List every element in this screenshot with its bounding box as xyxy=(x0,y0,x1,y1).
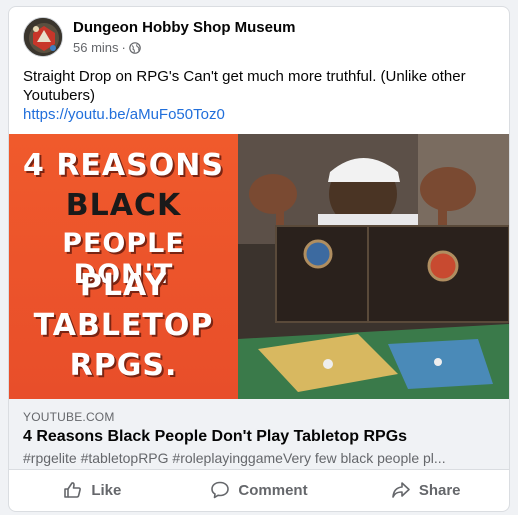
like-button[interactable]: Like xyxy=(9,472,176,508)
dice-logo-icon xyxy=(24,18,62,56)
page-avatar[interactable] xyxy=(23,17,63,57)
post-header: Dungeon Hobby Shop Museum 56 mins · xyxy=(23,17,493,61)
post-timestamp[interactable]: 56 mins xyxy=(73,40,119,55)
share-label: Share xyxy=(418,481,461,499)
link-domain: YOUTUBE.COM xyxy=(23,410,115,424)
thumbnail-photo xyxy=(238,134,509,399)
comment-button[interactable]: Comment xyxy=(176,472,343,508)
post-meta: 56 mins · xyxy=(73,40,141,55)
thumbnail-line: BLACK xyxy=(65,188,182,223)
thumbnail-line: 4 REASONS xyxy=(23,148,224,183)
link-title[interactable]: 4 Reasons Black People Don't Play Tablet… xyxy=(23,428,407,446)
like-label: Like xyxy=(91,481,122,499)
post-card: Dungeon Hobby Shop Museum 56 mins · Stra… xyxy=(8,6,510,512)
action-bar: Like Comment Share xyxy=(9,472,509,508)
post-text: Straight Drop on RPG's Can't get much mo… xyxy=(23,68,466,104)
comment-label: Comment xyxy=(238,481,308,499)
page-name[interactable]: Dungeon Hobby Shop Museum xyxy=(73,19,296,36)
thumbnail-text-panel: 4 REASONS BLACK PEOPLE DON'T PLAY TABLET… xyxy=(9,134,238,399)
share-button[interactable]: Share xyxy=(342,472,509,508)
post-link[interactable]: https://youtu.be/aMuFo50Toz0 xyxy=(23,106,225,123)
thumbnail-line: RPGS. xyxy=(69,348,178,383)
thumbnail-line: PLAY xyxy=(79,268,168,303)
share-arrow-icon xyxy=(392,482,410,498)
globe-icon[interactable] xyxy=(129,41,141,54)
thumbnail-line: TABLETOP xyxy=(33,308,214,343)
thumbs-up-icon xyxy=(64,482,82,498)
meta-separator: · xyxy=(121,40,126,55)
video-thumbnail[interactable]: 4 REASONS BLACK PEOPLE DON'T PLAY TABLET… xyxy=(9,134,509,399)
comment-icon xyxy=(211,481,230,499)
link-preview[interactable]: YOUTUBE.COM 4 Reasons Black People Don't… xyxy=(9,399,509,470)
link-description: #rpgelite #tabletopRPG #roleplayinggameV… xyxy=(23,450,446,466)
